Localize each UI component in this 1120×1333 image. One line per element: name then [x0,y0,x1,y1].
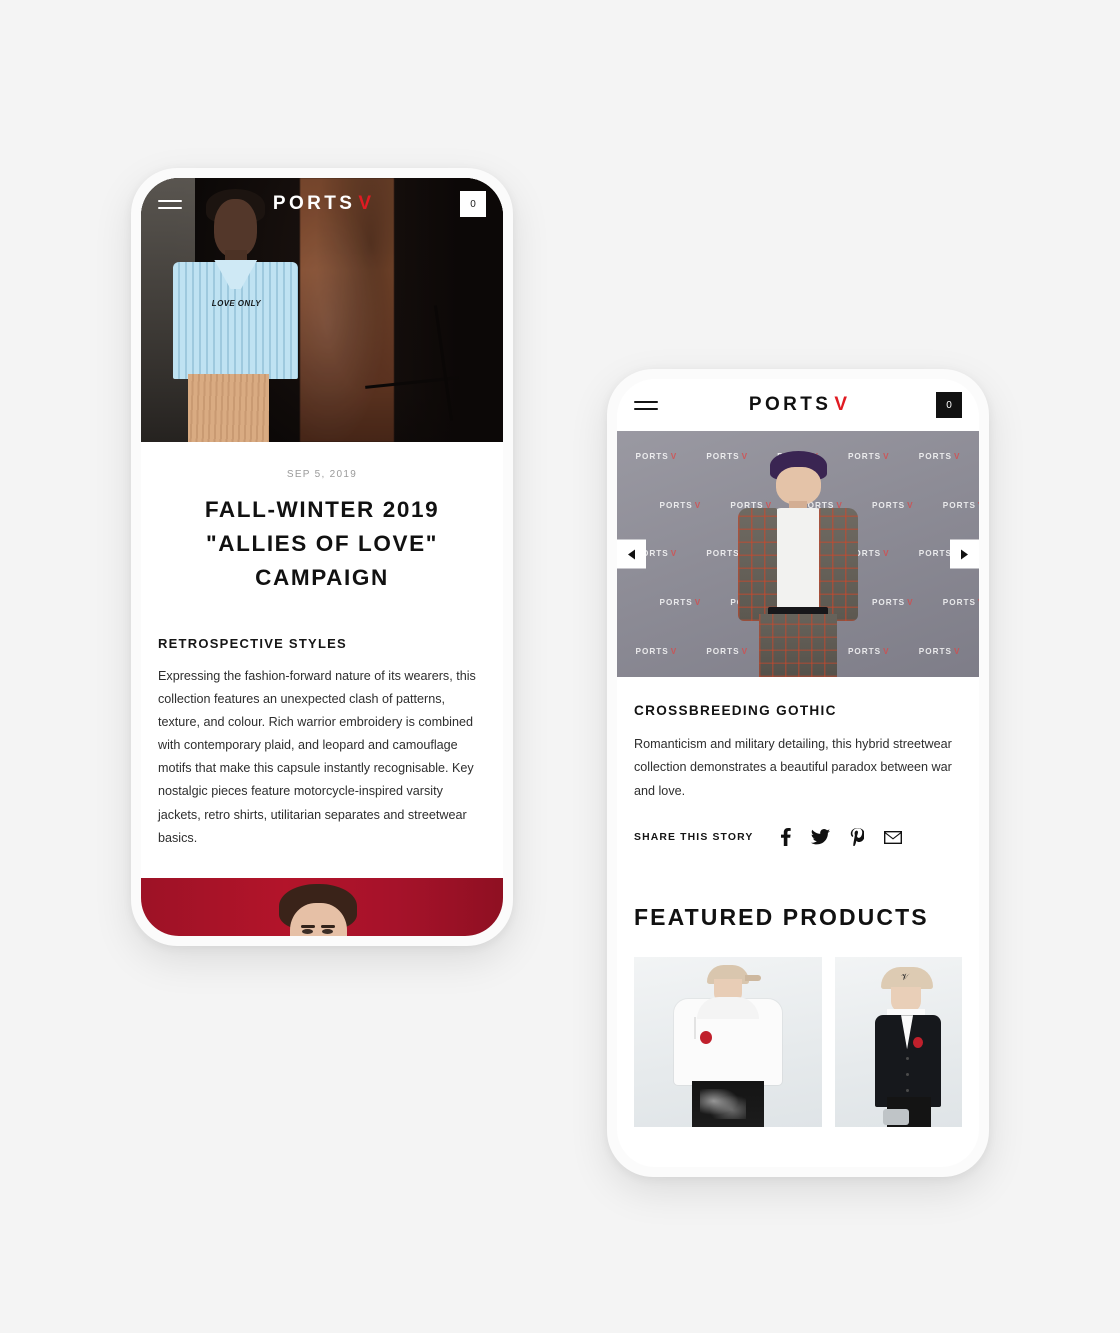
image-carousel: PORTS V PORTS V PORTS V PORTS V PORTS V PORTS… [617,431,979,677]
product-printed-trousers [692,1081,765,1128]
facebook-icon[interactable] [781,828,792,847]
backdrop-logo: PORTSV [635,647,678,657]
product-card[interactable]: 𝒱 [835,957,962,1128]
article-body-text: Expressing the fashion-forward nature of… [158,668,476,845]
backdrop-logo: PORTSV [659,598,702,608]
twitter-icon[interactable] [811,829,831,845]
phone-left-screen: LOVE ONLY PORTS V 0 SEP 5, 2019 FALL-WINT… [141,178,503,936]
carousel-model-trousers [759,613,837,677]
footer-model-brow-right [320,924,335,928]
backdrop-logo: PORTSV [942,500,979,510]
article-date: SEP 5, 2019 [286,469,358,480]
brand-mark-text: V [834,394,848,415]
carousel-next-button[interactable] [950,539,979,569]
story-heading: CROSSBREEDING GOTHIC [634,703,837,718]
footer-model-portrait [279,883,358,936]
backdrop-logo: PORTSV [659,500,702,510]
hamburger-icon[interactable] [158,199,182,209]
phone-left-header: PORTS V 0 [141,178,503,230]
shirt-slogan-text: LOVE ONLY [211,298,262,308]
prev-arrow-icon [628,549,635,559]
footer-model-eye-right [321,929,333,935]
phone-right-screen: PORTS V 0 PORTS V PORTS V PORTS V PORTS V POR… [617,379,979,1167]
brand-logo[interactable]: PORTS V [273,193,371,215]
featured-products-title: FEATURED PRODUCTS [634,904,929,931]
story-body-text: Romanticism and military detailing, this… [634,737,952,798]
article-section: SEP 5, 2019 FALL-WINTER 2019 "ALLIES OF … [141,469,503,850]
backdrop-logo: PORTSV [918,451,961,461]
featured-products-grid: 𝒱 [634,957,962,1128]
product-cap-logo: 𝒱 [901,972,909,983]
hero-image-campaign: LOVE ONLY PORTS V 0 [141,178,503,442]
carousel-model-figure [723,451,873,677]
cart-badge[interactable]: 0 [460,191,486,217]
next-arrow-icon [961,549,968,559]
backdrop-logo: PORTSV [942,598,979,608]
share-label: SHARE THIS STORY [634,831,754,843]
share-icon-group [781,828,903,847]
share-row: SHARE THIS STORY [634,828,962,847]
carousel-prev-button[interactable] [617,539,646,569]
footer-model-eye-left [302,929,314,935]
phone-mockup-right: PORTS V 0 PORTS V PORTS V PORTS V PORTS V POR… [607,369,989,1177]
carousel-model-tshirt [772,507,824,612]
carousel-model-jacket-left [738,507,777,621]
backdrop-logo: PORTSV [918,647,961,657]
pinterest-icon[interactable] [850,828,865,847]
article-title: FALL-WINTER 2019 "ALLIES OF LOVE" CAMPAI… [204,497,440,591]
brand-mark-text: V [358,193,372,214]
backdrop-logo: PORTSV [635,451,678,461]
page-canvas: LOVE ONLY PORTS V 0 SEP 5, 2019 FALL-WINT… [0,0,1120,1333]
product-shoe [883,1109,910,1126]
article-subtitle: RETROSPECTIVE STYLES [158,635,347,651]
brand-name-text: PORTS [748,394,832,415]
product-drawstring [694,1017,696,1040]
carousel-model-jacket-right [819,507,858,621]
footer-model-brow-left [301,924,316,928]
story-section: CROSSBREEDING GOTHIC Romanticism and mil… [617,703,979,1128]
product-hood [697,997,760,1020]
article-footer-image [141,877,503,936]
model-trousers [188,373,269,442]
carousel-model-head [775,466,821,506]
email-icon[interactable] [884,830,903,844]
product-card[interactable] [634,957,823,1128]
phone-mockup-left: LOVE ONLY PORTS V 0 SEP 5, 2019 FALL-WINT… [131,168,513,946]
hero-model-figure: LOVE ONLY [170,189,300,442]
brand-logo[interactable]: PORTS V [749,394,847,416]
phone-right-header: PORTS V 0 [617,379,979,431]
brand-name-text: PORTS [272,193,356,214]
hamburger-icon[interactable] [634,400,658,410]
cart-badge[interactable]: 0 [936,392,962,418]
